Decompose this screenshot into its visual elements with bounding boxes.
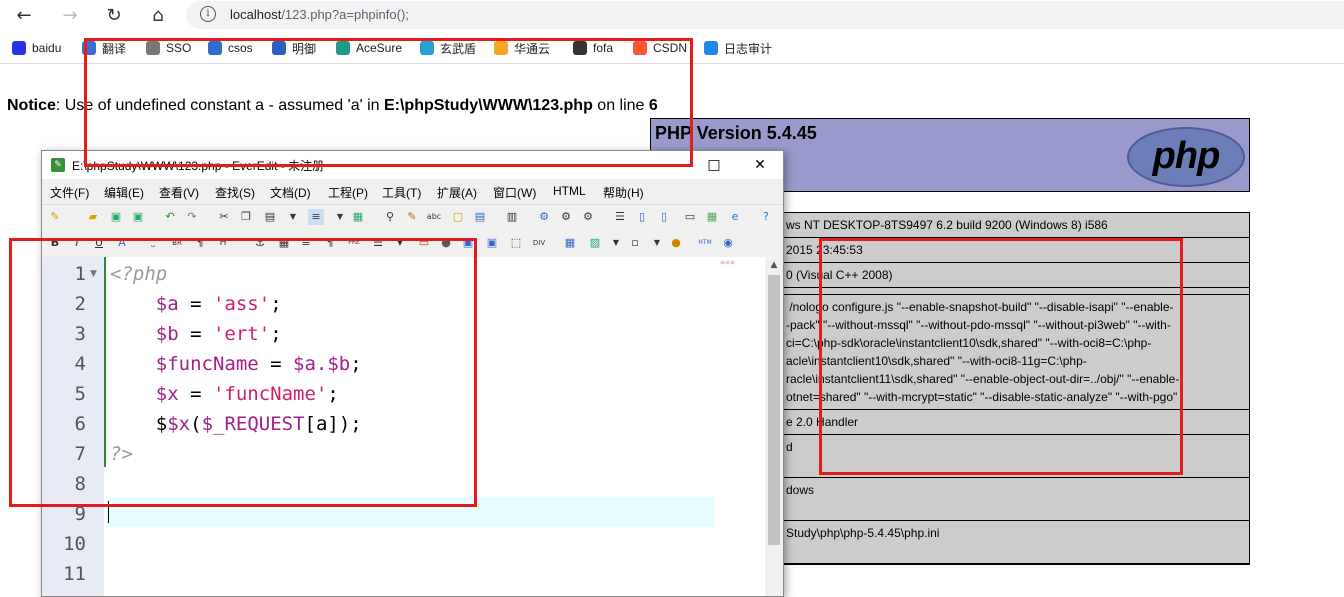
cut-icon[interactable]: ✂ xyxy=(216,209,232,225)
line-number: 10 xyxy=(63,533,86,555)
address-bar[interactable]: i localhost/123.php?a=phpinfo(); xyxy=(186,1,1344,29)
panel-right-icon[interactable]: ▯ xyxy=(656,209,672,225)
macro-icon[interactable]: ⚙ xyxy=(558,209,574,225)
picture-dropdown-icon[interactable]: ▼ xyxy=(608,235,624,251)
save-all-icon[interactable]: ▣ xyxy=(130,209,146,225)
paw-icon xyxy=(12,41,26,55)
replace-icon[interactable]: abc xyxy=(426,209,442,225)
menu-item-9[interactable]: HTML xyxy=(553,184,586,198)
html-icon[interactable]: HTM xyxy=(697,235,713,251)
browser-navbar: ← → ↻ ⌂ i localhost/123.php?a=phpinfo(); xyxy=(0,0,1344,32)
new-file-icon[interactable]: ✎ xyxy=(47,209,63,225)
minimap: ≡≡≡ xyxy=(720,259,736,266)
settings-icon[interactable]: ⚙ xyxy=(580,209,596,225)
menu-item-0[interactable]: 文件(F) xyxy=(50,184,89,201)
table-grid-icon[interactable]: ▦ xyxy=(562,235,578,251)
swirl-icon xyxy=(704,41,718,55)
paste-dropdown-icon[interactable]: ▼ xyxy=(285,209,301,225)
everedit-app-icon: ✎ xyxy=(51,158,65,172)
bookmark-10[interactable]: 日志审计 xyxy=(704,39,772,57)
menu-item-10[interactable]: 帮助(H) xyxy=(603,184,644,201)
reload-icon[interactable]: ↻ xyxy=(102,4,126,28)
find-next-icon[interactable]: ✎ xyxy=(404,209,420,225)
close-icon[interactable]: ✕ xyxy=(748,155,772,175)
list-icon[interactable]: ☰ xyxy=(612,209,628,225)
menu-item-2[interactable]: 查看(V) xyxy=(159,184,199,201)
input-dropdown-icon[interactable]: ▼ xyxy=(649,235,665,251)
annotation-box-code xyxy=(9,238,477,507)
editor-menubar: 文件(F) 编辑(E) 查看(V) 查找(S) 文档(D) 工程(P) 工具(T) 扩展(A)… xyxy=(42,181,783,203)
php-logo: php xyxy=(1127,127,1245,187)
annotation-box-phpinfo xyxy=(819,238,1183,475)
annotation-box-url xyxy=(84,38,693,167)
maximize-icon[interactable]: □ xyxy=(702,155,726,175)
select-icon[interactable]: ⬚ xyxy=(508,235,524,251)
bookmark-label: 日志审计 xyxy=(724,41,773,56)
preview-icon[interactable]: ◉ xyxy=(720,235,736,251)
frame-icon[interactable]: ▣ xyxy=(484,235,500,251)
menu-item-3[interactable]: 查找(S) xyxy=(215,184,255,201)
menu-item-8[interactable]: 窗口(W) xyxy=(493,184,536,201)
bookmark-label: baidu xyxy=(32,41,62,55)
wrap-icon[interactable]: ≡ xyxy=(308,209,324,225)
scrollbar-thumb[interactable] xyxy=(768,275,780,545)
input-icon[interactable]: ▫ xyxy=(627,235,643,251)
home-icon[interactable]: ⌂ xyxy=(146,4,170,28)
copy-icon[interactable]: ❐ xyxy=(238,209,254,225)
site-info-icon[interactable]: i xyxy=(200,6,216,22)
menu-item-5[interactable]: 工程(P) xyxy=(328,184,368,201)
browser-preview-icon[interactable]: e xyxy=(727,209,743,225)
run-icon[interactable]: ⚙ xyxy=(536,209,552,225)
undo-icon[interactable]: ↶ xyxy=(162,209,178,225)
url-text: localhost/123.php?a=phpinfo(); xyxy=(230,7,409,22)
menu-item-1[interactable]: 编辑(E) xyxy=(104,184,144,201)
panel-left-icon[interactable]: ▯ xyxy=(634,209,650,225)
column-mode-icon[interactable]: ▦ xyxy=(350,209,366,225)
wrap-dropdown-icon[interactable]: ▼ xyxy=(332,209,348,225)
vertical-scrollbar[interactable]: ▲ xyxy=(765,257,783,596)
save-icon[interactable]: ▣ xyxy=(108,209,124,225)
open-folder-icon[interactable]: ▰ xyxy=(85,209,101,225)
menu-item-6[interactable]: 工具(T) xyxy=(382,184,421,201)
menu-item-4[interactable]: 文档(D) xyxy=(270,184,311,201)
menu-item-7[interactable]: 扩展(A) xyxy=(437,184,477,201)
redo-icon[interactable]: ↷ xyxy=(184,209,200,225)
hex-icon[interactable]: ▥ xyxy=(504,209,520,225)
bookmark-0[interactable]: baidu xyxy=(12,39,61,57)
help-icon[interactable]: ? xyxy=(758,209,774,225)
scroll-up-icon[interactable]: ▲ xyxy=(765,257,783,273)
fullscreen-icon[interactable]: ▭ xyxy=(682,209,698,225)
editor-toolbar-main: ✎ ▰ ▣ ▣ ↶ ↷ ✂ ❐ ▤ ▼ ≡ ▼ ▦ ⚲ ✎ abc ▢ ▤ ▥ … xyxy=(42,204,783,230)
color-picker-icon[interactable]: ● xyxy=(668,235,684,251)
line-number: 11 xyxy=(63,563,86,585)
goto-icon[interactable]: ▤ xyxy=(472,209,488,225)
find-icon[interactable]: ⚲ xyxy=(382,209,398,225)
forward-arrow-icon[interactable]: → xyxy=(58,4,82,28)
find-in-files-icon[interactable]: ▢ xyxy=(450,209,466,225)
paste-icon[interactable]: ▤ xyxy=(262,209,278,225)
grid-icon[interactable]: ▦ xyxy=(704,209,720,225)
picture-icon[interactable]: ▨ xyxy=(587,235,603,251)
back-arrow-icon[interactable]: ← xyxy=(12,4,36,28)
div-icon[interactable]: DIV xyxy=(531,235,547,251)
